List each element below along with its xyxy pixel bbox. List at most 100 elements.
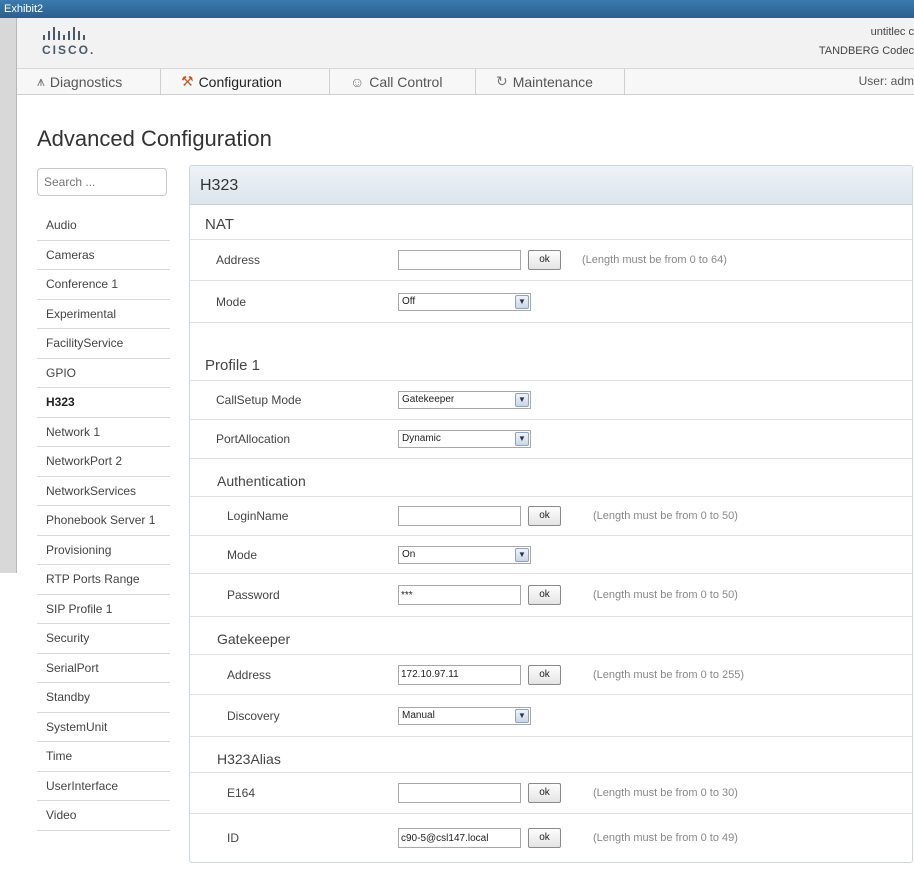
select-value: Dynamic bbox=[402, 433, 441, 444]
field-label: Address bbox=[216, 253, 261, 267]
subsection-gatekeeper: Gatekeeper bbox=[190, 617, 912, 655]
sidebar-item-sip-profile[interactable]: SIP Profile 1 bbox=[37, 595, 170, 624]
cisco-logo-bars-icon bbox=[43, 26, 102, 40]
sidebar-item-standby[interactable]: Standby bbox=[37, 683, 170, 713]
row-password: Password ok (Length must be from 0 to 50… bbox=[190, 574, 912, 617]
select-value: Manual bbox=[402, 709, 435, 721]
port-allocation-select[interactable]: Dynamic ▼ bbox=[398, 430, 531, 448]
field-label: E164 bbox=[227, 786, 256, 800]
select-value: Off bbox=[402, 295, 416, 307]
field-label: PortAllocation bbox=[216, 432, 291, 446]
field-hint: (Length must be from 0 to 64) bbox=[582, 254, 727, 266]
page-title: Advanced Configuration bbox=[37, 126, 272, 151]
main-nav: ⩚ Diagnostics ⚒ Configuration ☺ Call Con… bbox=[17, 69, 914, 95]
sidebar-item-serialport[interactable]: SerialPort bbox=[37, 654, 170, 683]
nat-address-input[interactable] bbox=[398, 250, 521, 270]
subsection-title: Authentication bbox=[217, 473, 306, 489]
left-frame-blank bbox=[0, 573, 17, 876]
field-label: LoginName bbox=[227, 509, 289, 523]
product-name: TANDBERG Codec bbox=[818, 45, 914, 57]
chevron-down-icon: ▼ bbox=[515, 432, 529, 446]
search-input[interactable] bbox=[37, 168, 167, 196]
sidebar-item-facilityservice[interactable]: FacilityService bbox=[37, 329, 170, 359]
tab-label: Diagnostics bbox=[49, 73, 123, 90]
section-title: NAT bbox=[205, 216, 234, 233]
sidebar-item-time[interactable]: Time bbox=[37, 742, 170, 772]
row-auth-mode: Mode On ▼ bbox=[190, 536, 912, 574]
refresh-icon: ↻ bbox=[496, 73, 508, 89]
field-label: Mode bbox=[227, 547, 258, 562]
sidebar-item-networkport[interactable]: NetworkPort 2 bbox=[37, 447, 170, 477]
password-input[interactable] bbox=[398, 585, 521, 605]
field-hint: (Length must be from 0 to 49) bbox=[593, 832, 738, 844]
sidebar-item-conference[interactable]: Conference 1 bbox=[37, 270, 170, 300]
sidebar-item-audio[interactable]: Audio bbox=[37, 211, 170, 241]
tab-diagnostics[interactable]: ⩚ Diagnostics bbox=[17, 69, 161, 94]
sidebar-menu: Audio Cameras Conference 1 Experimental … bbox=[37, 211, 170, 831]
chevron-down-icon: ▼ bbox=[515, 708, 529, 723]
gatekeeper-address-input[interactable] bbox=[398, 664, 521, 685]
section-profile-1: Profile 1 bbox=[190, 323, 912, 381]
row-gatekeeper-address: Address ok (Length must be from 0 to 255… bbox=[190, 655, 912, 695]
subsection-title: H323Alias bbox=[217, 751, 281, 767]
row-alias-id: ID ok (Length must be from 0 to 49) bbox=[190, 814, 912, 862]
wrench-screwdriver-icon: ⚒ bbox=[181, 73, 194, 89]
tab-label: Call Control bbox=[369, 73, 443, 90]
alias-id-ok-button[interactable]: ok bbox=[528, 828, 561, 848]
sidebar-item-video[interactable]: Video bbox=[37, 801, 170, 831]
field-hint: (Length must be from 0 to 255) bbox=[593, 668, 745, 681]
field-hint: (Length must be from 0 to 50) bbox=[593, 510, 738, 522]
e164-ok-button[interactable]: ok bbox=[528, 783, 561, 803]
select-value: Gatekeeper bbox=[402, 394, 455, 405]
sidebar-item-networkservices[interactable]: NetworkServices bbox=[37, 477, 170, 506]
pulse-icon: ⩚ bbox=[37, 73, 45, 89]
nat-address-ok-button[interactable]: ok bbox=[528, 250, 561, 270]
sidebar-item-phonebook-server[interactable]: Phonebook Server 1 bbox=[37, 506, 170, 536]
row-login-name: LoginName ok (Length must be from 0 to 5… bbox=[190, 497, 912, 536]
select-value: On bbox=[402, 548, 416, 560]
e164-input[interactable] bbox=[398, 783, 521, 803]
password-ok-button[interactable]: ok bbox=[528, 585, 561, 605]
people-icon: ☺ bbox=[350, 73, 365, 90]
tab-configuration[interactable]: ⚒ Configuration bbox=[161, 69, 330, 94]
panel-title: H323 bbox=[190, 166, 912, 205]
nat-mode-select[interactable]: Off ▼ bbox=[398, 292, 531, 311]
field-label: CallSetup Mode bbox=[216, 393, 302, 407]
tab-label: Maintenance bbox=[512, 73, 593, 90]
sidebar-item-gpio[interactable]: GPIO bbox=[37, 359, 170, 388]
row-nat-mode: Mode Off ▼ bbox=[190, 281, 912, 323]
window-title: Exhibit2 bbox=[4, 3, 44, 15]
tab-call-control[interactable]: ☺ Call Control bbox=[330, 69, 476, 94]
sidebar-item-userinterface[interactable]: UserInterface bbox=[37, 772, 170, 801]
field-label: Address bbox=[227, 667, 272, 682]
login-name-input[interactable] bbox=[398, 506, 521, 526]
sidebar-item-experimental[interactable]: Experimental bbox=[37, 300, 170, 329]
discovery-select[interactable]: Manual ▼ bbox=[398, 706, 531, 725]
sidebar-item-network[interactable]: Network 1 bbox=[37, 418, 170, 447]
field-label: ID bbox=[227, 831, 239, 845]
sidebar-item-h323[interactable]: H323 bbox=[37, 388, 170, 418]
subsection-authentication: Authentication bbox=[190, 459, 912, 497]
sidebar-item-systemunit[interactable]: SystemUnit bbox=[37, 713, 170, 742]
login-name-ok-button[interactable]: ok bbox=[528, 506, 561, 526]
row-discovery: Discovery Manual ▼ bbox=[190, 695, 912, 737]
alias-id-input[interactable] bbox=[398, 828, 521, 848]
auth-mode-select[interactable]: On ▼ bbox=[398, 545, 531, 564]
cisco-logo-text: CISCO. bbox=[42, 43, 96, 57]
field-label: Mode bbox=[216, 294, 247, 309]
field-hint: (Length must be from 0 to 30) bbox=[593, 787, 738, 799]
section-title: Profile 1 bbox=[205, 357, 261, 374]
sidebar-item-cameras[interactable]: Cameras bbox=[37, 241, 170, 270]
sidebar-item-rtp-ports-range[interactable]: RTP Ports Range bbox=[37, 565, 170, 595]
sidebar-item-security[interactable]: Security bbox=[37, 624, 170, 654]
sidebar-item-provisioning[interactable]: Provisioning bbox=[37, 536, 170, 565]
window-titlebar: Exhibit2 bbox=[0, 0, 914, 18]
section-nat: NAT bbox=[190, 206, 912, 240]
subsection-h323alias: H323Alias bbox=[190, 737, 912, 773]
callsetup-mode-select[interactable]: Gatekeeper ▼ bbox=[398, 391, 531, 409]
row-callsetup-mode: CallSetup Mode Gatekeeper ▼ bbox=[190, 381, 912, 420]
tab-maintenance[interactable]: ↻ Maintenance bbox=[476, 69, 625, 94]
gatekeeper-address-ok-button[interactable]: ok bbox=[528, 664, 561, 685]
chevron-down-icon: ▼ bbox=[515, 393, 529, 407]
left-frame-strip bbox=[0, 18, 17, 573]
